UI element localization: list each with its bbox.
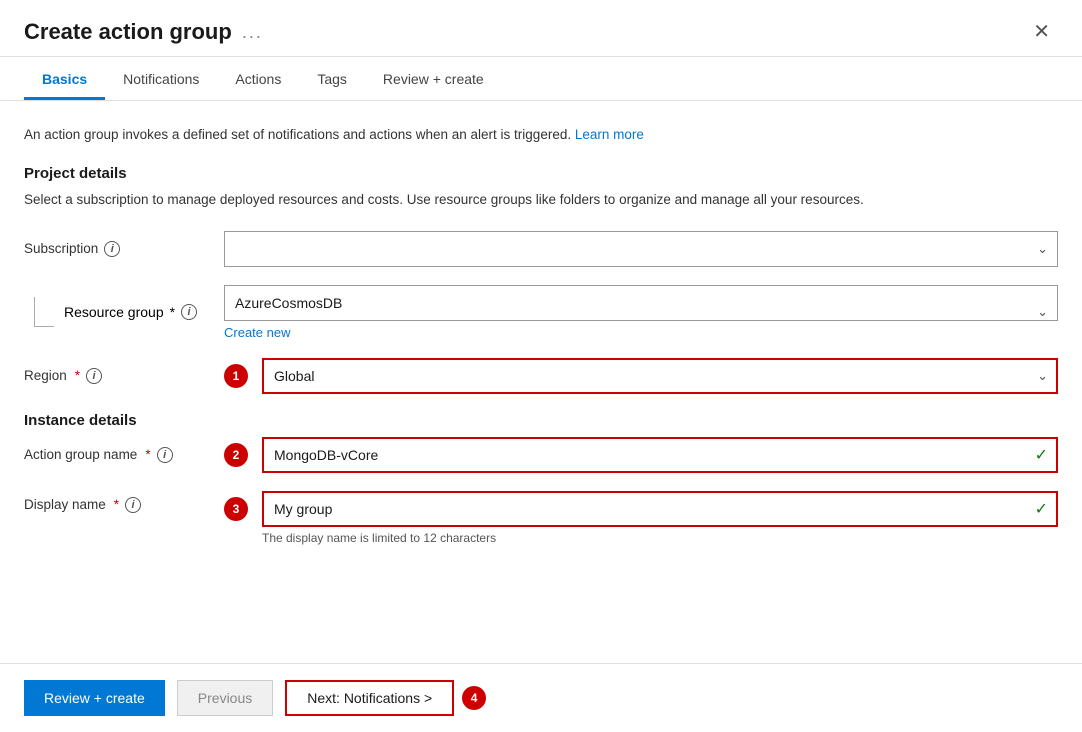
next-step-badge: 4 [462, 686, 486, 710]
review-create-button[interactable]: Review + create [24, 680, 165, 716]
next-button[interactable]: Next: Notifications > [285, 680, 454, 716]
display-name-info-icon[interactable]: i [125, 497, 141, 513]
create-new-link[interactable]: Create new [224, 325, 1058, 340]
project-details-title: Project details [24, 165, 1058, 182]
region-label: Region * i [24, 368, 224, 384]
modal-title: Create action group [24, 19, 232, 45]
subscription-row: Subscription i ⌄ [24, 231, 1058, 267]
resource-group-indent: Resource group * i [24, 297, 224, 327]
subscription-select[interactable] [224, 231, 1058, 267]
display-name-hint: The display name is limited to 12 charac… [262, 531, 1058, 545]
display-name-badge: 3 [224, 497, 248, 521]
action-group-name-input[interactable] [262, 437, 1058, 473]
tab-actions[interactable]: Actions [217, 57, 299, 100]
display-name-row: Display name * i 3 ✓ The display name is… [24, 491, 1058, 545]
action-group-name-label: Action group name * i [24, 447, 224, 463]
instance-details-title: Instance details [24, 412, 1058, 429]
subscription-control: ⌄ [224, 231, 1058, 267]
modal-body: An action group invokes a defined set of… [0, 101, 1082, 663]
action-group-name-info-icon[interactable]: i [157, 447, 173, 463]
display-name-field-wrap: ✓ The display name is limited to 12 char… [262, 491, 1058, 545]
region-control-wrap: 1 Global ⌄ [224, 358, 1058, 394]
action-group-name-control: ✓ [262, 437, 1058, 473]
indent-line [34, 297, 54, 327]
close-button[interactable]: ✕ [1025, 18, 1058, 46]
tab-basics[interactable]: Basics [24, 57, 105, 100]
previous-button: Previous [177, 680, 273, 716]
resource-group-select[interactable]: AzureCosmosDB [224, 285, 1058, 321]
tab-notifications[interactable]: Notifications [105, 57, 217, 100]
resource-group-control: AzureCosmosDB ⌄ Create new [224, 285, 1058, 340]
learn-more-link[interactable]: Learn more [575, 127, 644, 142]
region-info-icon[interactable]: i [86, 368, 102, 384]
region-select[interactable]: Global [262, 358, 1058, 394]
tab-bar: Basics Notifications Actions Tags Review… [0, 57, 1082, 101]
display-name-input[interactable] [262, 491, 1058, 527]
subscription-info-icon[interactable]: i [104, 241, 120, 257]
display-name-control-wrap: 3 ✓ The display name is limited to 12 ch… [224, 491, 1058, 545]
region-row: Region * i 1 Global ⌄ [24, 358, 1058, 394]
instance-details-section: Instance details Action group name * i 2… [24, 412, 1058, 545]
display-name-control: ✓ [262, 491, 1058, 527]
region-step-badge: 1 [224, 364, 248, 388]
tab-tags[interactable]: Tags [299, 57, 365, 100]
modal-footer: Review + create Previous Next: Notificat… [0, 663, 1082, 732]
modal-title-row: Create action group ... [24, 19, 263, 45]
info-bar: An action group invokes a defined set of… [24, 125, 1058, 145]
modal-more-icon[interactable]: ... [242, 22, 263, 43]
subscription-label: Subscription i [24, 241, 224, 257]
project-details-desc: Select a subscription to manage deployed… [24, 190, 1058, 210]
display-name-label: Display name * i [24, 491, 224, 513]
resource-group-row: Resource group * i AzureCosmosDB ⌄ Creat… [24, 285, 1058, 340]
modal-header: Create action group ... ✕ [0, 0, 1082, 57]
next-button-wrap: Next: Notifications > 4 [285, 680, 492, 716]
tab-review-create[interactable]: Review + create [365, 57, 502, 100]
action-group-name-control-wrap: 2 ✓ [224, 437, 1058, 473]
action-group-name-badge: 2 [224, 443, 248, 467]
resource-group-info-icon[interactable]: i [181, 304, 197, 320]
create-action-group-modal: Create action group ... ✕ Basics Notific… [0, 0, 1082, 732]
action-group-name-row: Action group name * i 2 ✓ [24, 437, 1058, 473]
region-control: Global ⌄ [262, 358, 1058, 394]
